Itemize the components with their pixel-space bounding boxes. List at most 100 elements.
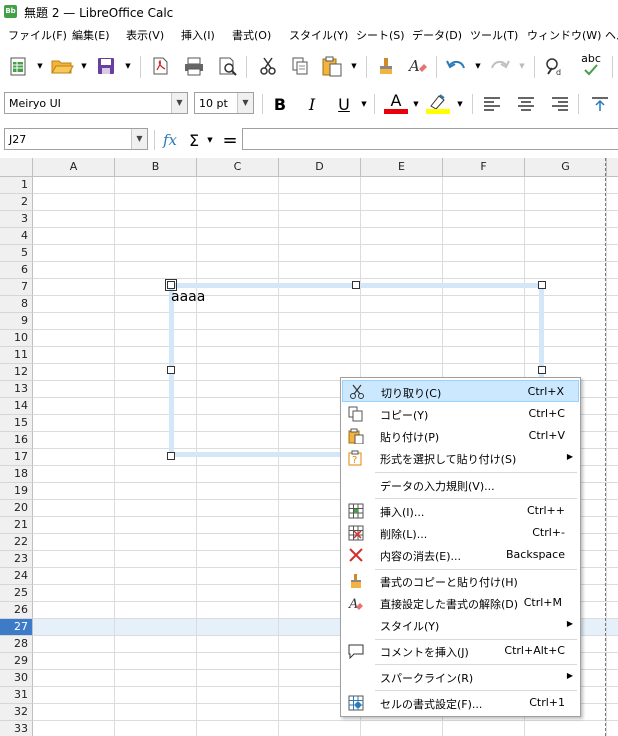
column-header-a[interactable]: A xyxy=(33,158,115,177)
resize-handle-top-right[interactable] xyxy=(538,281,546,289)
ctx-clear-direct-formatting[interactable]: A 直接設定した書式の解除(D) Ctrl+M xyxy=(342,592,579,614)
sum-dropdown-arrow[interactable]: ▼ xyxy=(206,128,214,152)
row-header-15[interactable]: 15 xyxy=(0,415,33,432)
row-header-22[interactable]: 22 xyxy=(0,534,33,551)
underline-button[interactable]: U xyxy=(332,92,356,116)
row-header-23[interactable]: 23 xyxy=(0,551,33,568)
row-header-10[interactable]: 10 xyxy=(0,330,33,347)
ctx-paste-special[interactable]: ? 形式を選択して貼り付け(S) ▶ xyxy=(342,447,579,469)
clear-formatting-button[interactable]: A xyxy=(406,54,430,78)
row-header-13[interactable]: 13 xyxy=(0,381,33,398)
font-name-combobox[interactable]: Meiryo UI ▼ xyxy=(4,92,188,114)
menu-window[interactable]: ウィンドウ(W) xyxy=(527,27,601,43)
undo-dropdown-arrow[interactable]: ▼ xyxy=(474,54,482,78)
highlight-color-button[interactable] xyxy=(426,91,450,115)
ctx-insert[interactable]: 挿入(I)... Ctrl++ xyxy=(342,500,579,522)
clone-formatting-button[interactable] xyxy=(374,54,398,78)
font-size-combobox[interactable]: 10 pt ▼ xyxy=(194,92,254,114)
resize-handle-left[interactable] xyxy=(167,366,175,374)
column-header-e[interactable]: E xyxy=(361,158,443,177)
redo-button[interactable] xyxy=(488,54,512,78)
row-header-16[interactable]: 16 xyxy=(0,432,33,449)
row-header-11[interactable]: 11 xyxy=(0,347,33,364)
ctx-copy[interactable]: コピー(Y) Ctrl+C xyxy=(342,403,579,425)
ctx-paste[interactable]: 貼り付け(P) Ctrl+V xyxy=(342,425,579,447)
ctx-clear-contents[interactable]: 内容の消去(E)... Backspace xyxy=(342,544,579,566)
menu-format[interactable]: 書式(O) xyxy=(232,27,271,43)
row-header-24[interactable]: 24 xyxy=(0,568,33,585)
row-header-2[interactable]: 2 xyxy=(0,194,33,211)
row-header-32[interactable]: 32 xyxy=(0,704,33,721)
name-box-dropdown-icon[interactable]: ▼ xyxy=(131,129,147,149)
paste-dropdown-arrow[interactable]: ▼ xyxy=(350,54,358,78)
column-header-b[interactable]: B xyxy=(115,158,197,177)
font-color-dropdown-arrow[interactable]: ▼ xyxy=(412,92,420,116)
menu-insert[interactable]: 挿入(I) xyxy=(181,27,215,43)
underline-dropdown-arrow[interactable]: ▼ xyxy=(360,92,368,116)
open-dropdown-arrow[interactable]: ▼ xyxy=(80,54,88,78)
copy-button[interactable] xyxy=(288,54,312,78)
row-header-4[interactable]: 4 xyxy=(0,228,33,245)
ctx-format-cells[interactable]: セルの書式設定(F)... Ctrl+1 xyxy=(342,692,579,714)
row-header-21[interactable]: 21 xyxy=(0,517,33,534)
undo-button[interactable] xyxy=(444,54,468,78)
save-button[interactable] xyxy=(94,54,118,78)
row-header-6[interactable]: 6 xyxy=(0,262,33,279)
row-header-25[interactable]: 25 xyxy=(0,585,33,602)
formula-input[interactable] xyxy=(242,128,618,150)
menu-sheet[interactable]: シート(S) xyxy=(356,27,405,43)
row-header-27[interactable]: 27 xyxy=(0,619,33,636)
resize-handle-top[interactable] xyxy=(352,281,360,289)
cut-button[interactable] xyxy=(256,54,280,78)
row-header-9[interactable]: 9 xyxy=(0,313,33,330)
menu-styles[interactable]: スタイル(Y) xyxy=(289,27,348,43)
export-pdf-button[interactable] xyxy=(148,54,172,78)
paste-button[interactable] xyxy=(320,54,344,78)
column-header-g[interactable]: G xyxy=(525,158,607,177)
function-wizard-button[interactable]: fx xyxy=(158,128,182,152)
redo-dropdown-arrow[interactable]: ▼ xyxy=(518,54,526,78)
row-header-28[interactable]: 28 xyxy=(0,636,33,653)
menu-file[interactable]: ファイル(F) xyxy=(8,27,67,43)
row-header-3[interactable]: 3 xyxy=(0,211,33,228)
select-all-corner[interactable] xyxy=(0,158,33,177)
ctx-validity[interactable]: データの入力規則(V)... xyxy=(342,474,579,496)
row-header-17[interactable]: 17 xyxy=(0,449,33,466)
row-header-14[interactable]: 14 xyxy=(0,398,33,415)
ctx-styles[interactable]: スタイル(Y) ▶ xyxy=(342,614,579,636)
name-box[interactable]: J27 ▼ xyxy=(4,128,148,150)
ctx-sparklines[interactable]: スパークライン(R) ▶ xyxy=(342,666,579,688)
ctx-cut[interactable]: 切り取り(C) Ctrl+X xyxy=(342,380,579,402)
find-replace-button[interactable]: d xyxy=(542,54,566,78)
row-header-31[interactable]: 31 xyxy=(0,687,33,704)
resize-handle-bottom-left[interactable] xyxy=(167,452,175,460)
menu-help[interactable]: ヘル xyxy=(605,27,618,43)
save-dropdown-arrow[interactable]: ▼ xyxy=(124,54,132,78)
print-preview-button[interactable] xyxy=(216,54,240,78)
column-header-d[interactable]: D xyxy=(279,158,361,177)
row-header-30[interactable]: 30 xyxy=(0,670,33,687)
open-button[interactable] xyxy=(50,54,74,78)
highlight-dropdown-arrow[interactable]: ▼ xyxy=(456,92,464,116)
menu-tools[interactable]: ツール(T) xyxy=(470,27,518,43)
align-top-button[interactable] xyxy=(588,92,612,116)
row-header-1[interactable]: 1 xyxy=(0,177,33,194)
ctx-insert-comment[interactable]: コメントを挿入(J) Ctrl+Alt+C xyxy=(342,640,579,662)
align-left-button[interactable] xyxy=(480,92,504,116)
row-header-33[interactable]: 33 xyxy=(0,721,33,736)
row-header-20[interactable]: 20 xyxy=(0,500,33,517)
resize-handle-right[interactable] xyxy=(538,366,546,374)
menu-edit[interactable]: 編集(E) xyxy=(72,27,110,43)
row-header-8[interactable]: 8 xyxy=(0,296,33,313)
row-header-18[interactable]: 18 xyxy=(0,466,33,483)
column-header-h[interactable] xyxy=(607,158,618,177)
row-header-29[interactable]: 29 xyxy=(0,653,33,670)
ctx-clone-formatting[interactable]: 書式のコピーと貼り付け(H) xyxy=(342,570,579,592)
row-header-19[interactable]: 19 xyxy=(0,483,33,500)
formula-equals-button[interactable]: = xyxy=(218,128,242,152)
menu-data[interactable]: データ(D) xyxy=(412,27,462,43)
align-right-button[interactable] xyxy=(548,92,572,116)
new-dropdown-arrow[interactable]: ▼ xyxy=(36,54,44,78)
row-header-26[interactable]: 26 xyxy=(0,602,33,619)
ctx-delete[interactable]: 削除(L)... Ctrl+- xyxy=(342,522,579,544)
